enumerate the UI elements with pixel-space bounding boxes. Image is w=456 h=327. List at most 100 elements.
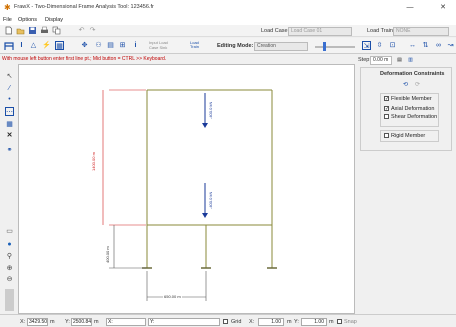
- x-coord-field: 3429.50: [27, 318, 48, 326]
- save-icon[interactable]: [28, 26, 37, 35]
- layer-scrollbar[interactable]: [5, 289, 14, 311]
- axial-deformation-row[interactable]: ✓ Axial Deformation: [384, 106, 434, 112]
- tools-toolbar: I △ ⚡ ▦ ✥ ⚇ ▤ ⊞ i Input Load Case Sink L…: [0, 38, 456, 54]
- select-tool-icon[interactable]: ⇲: [362, 41, 371, 50]
- dim-label-lower: 400.00 m: [105, 246, 110, 263]
- load-label-lower: -400.0 kN: [208, 191, 213, 209]
- grid-x-unit: m: [287, 319, 292, 325]
- link-icon[interactable]: ∞: [434, 41, 443, 50]
- zoom-slider-track[interactable]: [315, 46, 355, 48]
- main-toolbar: ↶ ↷ Load Case: Load Case 01 Load Train: …: [0, 25, 456, 37]
- constraint-remove-icon[interactable]: ⟳: [413, 81, 422, 90]
- frame-drawing: [102, 89, 277, 301]
- extend-icon[interactable]: ↝: [446, 41, 455, 50]
- info-icon[interactable]: i: [131, 41, 140, 50]
- minimize-button[interactable]: —: [404, 3, 416, 12]
- rigid-member-row[interactable]: Rigid Member: [384, 133, 425, 139]
- shear-deformation-row[interactable]: Shear Deformation: [384, 114, 437, 120]
- member-icon[interactable]: ⋯: [5, 107, 14, 116]
- frame-tool-icon[interactable]: [4, 41, 14, 51]
- window-title: FrawX - Two-Dimensional Frame Analysis T…: [14, 4, 154, 10]
- open-folder-icon[interactable]: [16, 26, 25, 35]
- snap-checkbox[interactable]: [337, 319, 342, 324]
- load-label-upper: -400.0 kN: [208, 101, 213, 119]
- flexible-member-checkbox[interactable]: ✓: [384, 96, 389, 102]
- load-arrowhead-lower: [202, 213, 208, 218]
- rigid-member-checkbox[interactable]: [384, 133, 389, 139]
- step-label: Step:: [358, 57, 371, 63]
- zoom-out-icon[interactable]: ⊖: [5, 275, 14, 284]
- menu-file[interactable]: File: [3, 17, 12, 23]
- snap-label: Snap: [344, 319, 357, 325]
- x-coord-unit: m: [50, 319, 55, 325]
- step-input[interactable]: 0.00 m: [370, 56, 392, 65]
- x2-field: X:: [106, 318, 146, 326]
- y-coord-field: 2500.84: [71, 318, 92, 326]
- app-icon: ✱: [4, 3, 11, 12]
- view-tool-icon[interactable]: ⊡: [388, 41, 397, 50]
- table-icon[interactable]: ▦: [5, 120, 14, 129]
- scale-tool-icon[interactable]: ⇳: [375, 41, 384, 50]
- panel-title: Deformation Constraints: [380, 71, 445, 77]
- pointer-icon[interactable]: ↖: [5, 72, 14, 81]
- grid-label: Grid: [231, 319, 242, 325]
- support-icon[interactable]: △: [29, 41, 38, 50]
- redo-icon[interactable]: ↷: [88, 26, 97, 35]
- binoculars-icon[interactable]: ⚇: [94, 41, 103, 50]
- menu-bar: File Options Display: [0, 16, 456, 25]
- title-bar: ✱ FrawX - Two-Dimensional Frame Analysis…: [0, 0, 456, 16]
- undo-icon[interactable]: ↶: [77, 26, 86, 35]
- close-button[interactable]: ✕: [437, 3, 449, 12]
- delete-icon[interactable]: ✕: [5, 131, 14, 140]
- dim-label-upper: 1400.00 m: [91, 152, 96, 171]
- editing-mode-select[interactable]: Creation: [254, 41, 308, 51]
- monitor-icon[interactable]: ▭: [5, 227, 14, 236]
- y-coord-label: Y:: [65, 319, 70, 325]
- drawing-canvas[interactable]: 1400.00 m 400.00 m 650.00 m -400.0 kN -4…: [18, 64, 355, 314]
- grid-x-field[interactable]: 1.00: [258, 318, 284, 326]
- shear-deformation-checkbox[interactable]: [384, 114, 389, 120]
- point-icon[interactable]: •: [5, 95, 14, 104]
- hint-message: With mouse left button enter first line …: [2, 56, 167, 62]
- case-sink-label[interactable]: Case Sink: [149, 46, 167, 50]
- node-tool-icon[interactable]: ✥: [80, 41, 89, 50]
- constraint-add-icon[interactable]: ⟲: [401, 81, 410, 90]
- member-tool-icon[interactable]: ▤: [106, 41, 115, 50]
- deformation-group: Deformation Constraints ⟲ ⟳ ✓ Flexible Me…: [360, 67, 452, 151]
- draw-line-icon[interactable]: ⁄: [5, 84, 14, 93]
- grid-y-field[interactable]: 1.00: [301, 318, 327, 326]
- y-coord-unit: m: [94, 319, 99, 325]
- load-train-select[interactable]: NONE: [393, 26, 449, 36]
- flexible-member-row[interactable]: ✓ Flexible Member: [384, 96, 432, 102]
- left-toolbar: ↖ ⁄ • ⋯ ▦ ✕ ⚭ ▭ ● ⚲ ⊕ ⊖: [0, 64, 18, 314]
- step-up-button[interactable]: ▥: [406, 56, 415, 65]
- zoom-in-icon[interactable]: ⊕: [5, 264, 14, 273]
- load-train-button[interactable]: Load Train: [190, 41, 202, 49]
- menu-display[interactable]: Display: [45, 17, 63, 23]
- grid-checkbox[interactable]: [223, 319, 228, 324]
- menu-options[interactable]: Options: [18, 17, 37, 23]
- step-down-button[interactable]: ▤: [395, 56, 404, 65]
- load-arrowhead-upper: [202, 123, 208, 128]
- grid-x-label: X:: [249, 319, 255, 325]
- globe-icon[interactable]: ●: [5, 240, 14, 249]
- grid-y-unit: m: [329, 319, 334, 325]
- load-case-select[interactable]: Load Case 01: [288, 26, 352, 36]
- load-icon[interactable]: ⚡: [42, 41, 51, 50]
- chart-tool-icon[interactable]: ⊞: [118, 41, 127, 50]
- y2-field: Y:: [148, 318, 220, 326]
- status-bar: X: 3429.50 m Y: 2500.84 m X: Y: Grid X: …: [0, 314, 456, 327]
- search-icon[interactable]: ⚲: [5, 252, 14, 261]
- beam-section-icon[interactable]: I: [17, 41, 26, 50]
- print-icon[interactable]: [40, 26, 49, 35]
- zoom-slider-thumb[interactable]: [323, 42, 326, 51]
- axial-deformation-checkbox[interactable]: ✓: [384, 106, 389, 112]
- grid-view-icon[interactable]: ▦: [55, 41, 64, 50]
- dim-label-horizontal: 650.00 m: [163, 294, 182, 299]
- new-file-icon[interactable]: [4, 26, 13, 35]
- dimension-icon[interactable]: ↔: [408, 41, 417, 50]
- node-move-icon[interactable]: ⚭: [5, 146, 14, 155]
- x-coord-label: X:: [20, 319, 26, 325]
- mirror-icon[interactable]: ⇅: [421, 41, 430, 50]
- copy-icon[interactable]: [52, 26, 61, 35]
